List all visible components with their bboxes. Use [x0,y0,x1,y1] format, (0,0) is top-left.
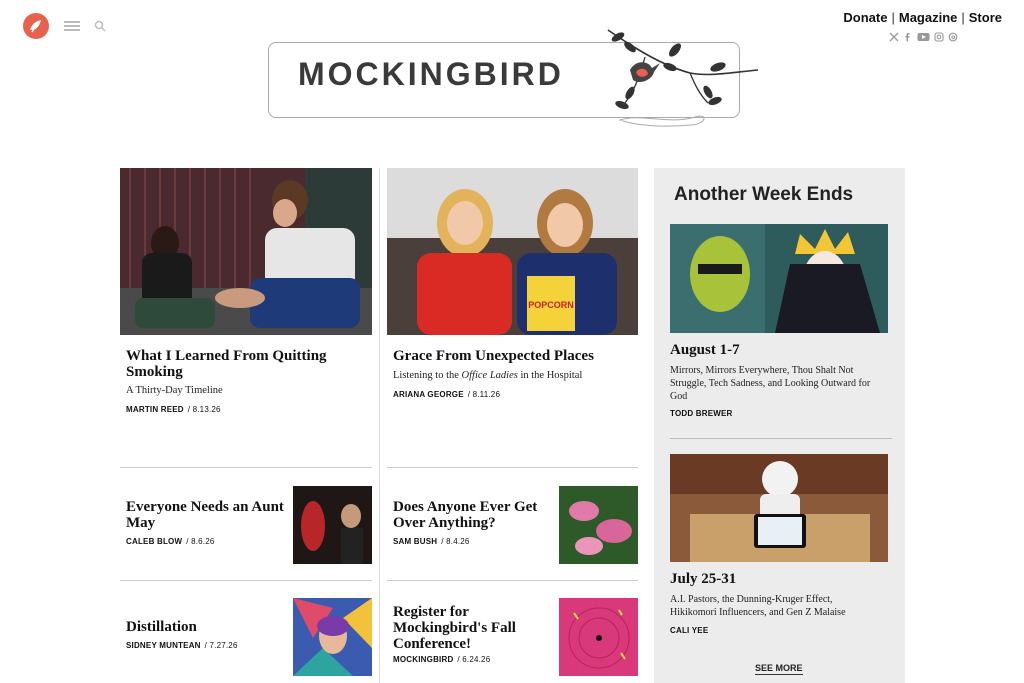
article-thumbnail[interactable] [293,598,372,676]
article-byline: SIDNEY MUNTEAN/ 7.27.26 [126,641,238,650]
donate-link[interactable]: Donate [843,10,887,25]
sidebar-entry-desc: A.I. Pastors, the Dunning-Kruger Effect,… [670,594,846,618]
threads-icon[interactable] [948,29,958,42]
divider [387,580,638,581]
date: / 6.24.26 [457,655,491,664]
popcorn-label: POPCORN [528,300,574,310]
author-link[interactable]: SIDNEY MUNTEAN [126,641,201,650]
date: / 8.6.26 [186,537,215,546]
date: / 8.4.26 [441,537,470,546]
feature-title-1[interactable]: What I Learned From Quitting Smoking [126,348,356,380]
feature-subtitle-1: A Thirty-Day Timeline [126,385,223,396]
article-thumbnail[interactable] [559,486,638,564]
see-more-link[interactable]: SEE MORE [755,663,803,675]
x-icon[interactable] [889,29,899,42]
sidebar-entry-desc: Mirrors, Mirrors Everywhere, Thou Shalt … [670,365,871,402]
separator: | [961,10,965,25]
sidebar-entry-title[interactable]: August 1-7 [670,342,740,358]
hamburger-menu-icon[interactable] [64,21,80,31]
article-byline: MOCKINGBIRD / 6.24.26 [393,655,490,664]
social-links [889,29,958,42]
facebook-icon[interactable] [903,29,913,42]
feature-image-1[interactable] [120,168,372,335]
date: / 7.27.26 [204,641,238,650]
author-link[interactable]: SAM BUSH [393,537,437,546]
separator: | [891,10,895,25]
masthead-title[interactable]: MOCKINGBIRD [298,56,564,93]
search-icon[interactable] [94,19,106,32]
author-link[interactable]: ARIANA GEORGE [393,390,464,399]
article-byline: SAM BUSH / 8.4.26 [393,537,470,546]
column-divider [379,168,380,683]
article-thumbnail[interactable] [559,598,638,676]
article-title[interactable]: Register for Mockingbird's Fall Conferen… [393,604,543,652]
sidebar-entry-author[interactable]: CALI YEE [670,626,708,635]
article-title[interactable]: Everyone Needs an Aunt May [126,499,286,531]
sidebar-heading[interactable]: Another Week Ends [674,184,853,206]
feature-title-2[interactable]: Grace From Unexpected Places [393,348,623,364]
article-byline: CALEB BLOW / 8.6.26 [126,537,215,546]
date: / 8.11.26 [467,390,501,399]
article-title[interactable]: Does Anyone Ever Get Over Anything? [393,499,543,531]
feature-subtitle-2: Listening to the Office Ladies in the Ho… [393,370,583,381]
store-link[interactable]: Store [969,10,1002,25]
mockingbird-logo-icon[interactable] [23,13,49,39]
feature-byline-1: MARTIN REED/ 8.13.26 [126,405,221,414]
top-links: Donate | Magazine | Store [843,10,1002,25]
instagram-icon[interactable] [934,29,944,42]
author-link[interactable]: CALEB BLOW [126,537,182,546]
sidebar-image-2[interactable] [670,454,888,562]
youtube-icon[interactable] [917,29,930,41]
bird-on-branch-icon [600,25,760,130]
author-link[interactable]: MOCKINGBIRD [393,655,453,664]
another-week-ends-sidebar: Another Week Ends August 1-7 Mirrors, Mi… [654,168,905,683]
sidebar-entry-title[interactable]: July 25-31 [670,571,736,587]
article-title[interactable]: Distillation [126,619,286,635]
feature-image-2[interactable]: POPCORN [387,168,638,335]
divider [387,467,638,468]
date: / 8.13.26 [187,405,221,414]
article-thumbnail[interactable] [293,486,372,564]
sidebar-entry-author[interactable]: TODD BREWER [670,409,733,418]
author-link[interactable]: MARTIN REED [126,405,184,414]
magazine-link[interactable]: Magazine [899,10,958,25]
divider [120,467,372,468]
feature-byline-2: ARIANA GEORGE/ 8.11.26 [393,390,500,399]
divider [120,580,372,581]
sidebar-image-1[interactable] [670,224,888,333]
divider [670,438,892,439]
